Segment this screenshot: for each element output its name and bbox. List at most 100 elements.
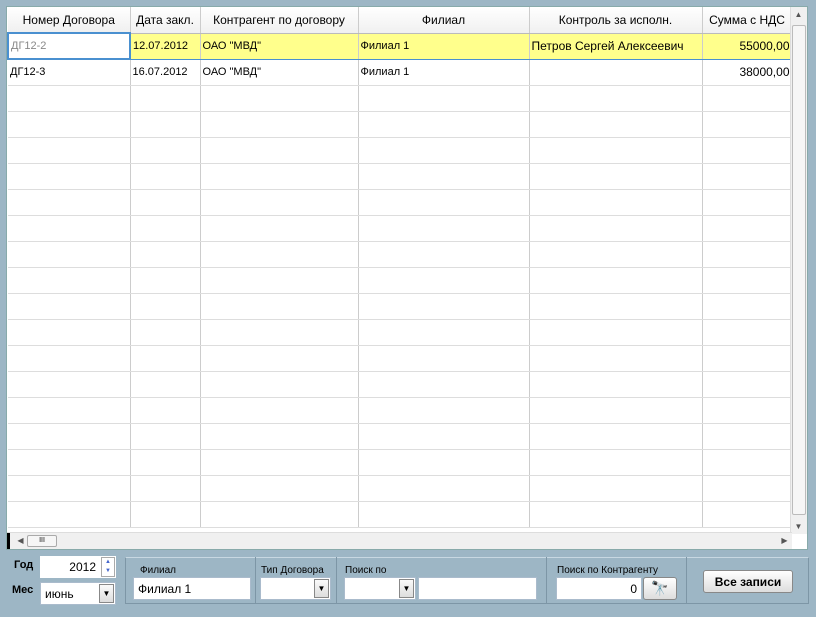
table-cell[interactable]: Филиал 1 xyxy=(358,32,530,60)
table-cell[interactable] xyxy=(529,501,703,528)
table-cell[interactable] xyxy=(200,137,359,164)
table-row[interactable] xyxy=(8,163,793,190)
all-records-button[interactable]: Все записи xyxy=(703,570,793,593)
table-cell[interactable] xyxy=(529,137,703,164)
table-cell[interactable] xyxy=(200,189,359,216)
table-cell[interactable] xyxy=(358,241,530,268)
table-cell[interactable] xyxy=(8,241,131,268)
table-cell[interactable] xyxy=(529,397,703,424)
table-cell[interactable] xyxy=(358,189,530,216)
table-cell[interactable] xyxy=(529,293,703,320)
table-cell[interactable] xyxy=(200,215,359,242)
table-cell[interactable] xyxy=(702,215,793,242)
table-cell[interactable] xyxy=(200,345,359,372)
table-cell[interactable] xyxy=(702,475,793,502)
horizontal-scrollbar[interactable]: ◀ III ▶ xyxy=(7,532,792,549)
table-cell[interactable] xyxy=(200,449,359,476)
table-cell[interactable] xyxy=(200,371,359,398)
chevron-down-icon[interactable]: ▼ xyxy=(399,579,414,598)
column-header[interactable]: Дата закл. xyxy=(130,7,201,34)
table-cell[interactable] xyxy=(8,475,131,502)
branch-field[interactable]: Филиал 1 xyxy=(133,577,251,600)
table-cell[interactable] xyxy=(529,449,703,476)
table-cell[interactable] xyxy=(200,423,359,450)
table-cell[interactable] xyxy=(130,423,201,450)
table-cell[interactable] xyxy=(130,345,201,372)
table-cell[interactable] xyxy=(529,267,703,294)
table-row[interactable] xyxy=(8,345,793,372)
table-cell[interactable] xyxy=(358,501,530,528)
table-cell[interactable] xyxy=(8,501,131,528)
table-cell[interactable] xyxy=(8,189,131,216)
table-cell[interactable] xyxy=(200,501,359,528)
table-row[interactable] xyxy=(8,241,793,268)
table-cell[interactable] xyxy=(358,137,530,164)
table-cell[interactable]: 12.07.2012 xyxy=(130,32,201,60)
table-cell[interactable] xyxy=(358,397,530,424)
table-cell[interactable] xyxy=(130,501,201,528)
table-cell[interactable]: Петров Сергей Алексеевич xyxy=(529,32,703,60)
table-cell[interactable] xyxy=(702,449,793,476)
table-cell[interactable] xyxy=(8,319,131,346)
table-cell[interactable] xyxy=(529,215,703,242)
table-row[interactable]: ДГ12-3 16.07.2012 ОАО "МВД" Филиал 1 38000,0… xyxy=(8,59,793,86)
table-cell[interactable] xyxy=(8,371,131,398)
table-cell[interactable] xyxy=(529,475,703,502)
table-cell[interactable] xyxy=(130,137,201,164)
table-cell[interactable] xyxy=(358,475,530,502)
table-row[interactable] xyxy=(8,397,793,424)
table-row[interactable] xyxy=(8,189,793,216)
binoculars-search-button[interactable]: 🔭 xyxy=(643,577,677,600)
table-cell[interactable] xyxy=(130,85,201,112)
table-cell[interactable] xyxy=(130,371,201,398)
table-cell[interactable] xyxy=(8,267,131,294)
column-header[interactable]: Номер Договора xyxy=(8,7,131,34)
table-cell[interactable] xyxy=(130,397,201,424)
table-cell[interactable]: ДГ12-3 xyxy=(8,59,131,86)
vertical-scrollbar[interactable]: ▲ ▼ xyxy=(790,7,807,534)
table-cell[interactable]: ДГ12-2 xyxy=(7,32,131,60)
table-cell[interactable] xyxy=(529,345,703,372)
table-row[interactable] xyxy=(8,319,793,346)
table-cell[interactable] xyxy=(358,423,530,450)
table-cell[interactable] xyxy=(529,163,703,190)
column-header[interactable]: Контрагент по договору xyxy=(200,7,359,34)
table-cell[interactable] xyxy=(358,345,530,372)
table-cell[interactable] xyxy=(130,449,201,476)
table-cell[interactable] xyxy=(8,345,131,372)
table-cell[interactable] xyxy=(130,293,201,320)
chevron-down-icon[interactable]: ▼ xyxy=(99,584,114,603)
scroll-down-icon[interactable]: ▼ xyxy=(791,522,806,531)
table-cell[interactable] xyxy=(200,293,359,320)
table-cell[interactable] xyxy=(200,319,359,346)
table-cell[interactable] xyxy=(200,85,359,112)
table-row[interactable] xyxy=(8,501,793,528)
table-cell[interactable] xyxy=(8,163,131,190)
table-cell[interactable] xyxy=(358,215,530,242)
table-cell[interactable]: 38000,00 xyxy=(702,59,793,86)
column-header[interactable]: Филиал xyxy=(358,7,530,34)
table-cell[interactable] xyxy=(702,241,793,268)
table-row[interactable] xyxy=(8,111,793,138)
search-input[interactable] xyxy=(418,577,537,600)
table-cell[interactable] xyxy=(8,111,131,138)
table-cell[interactable] xyxy=(358,293,530,320)
table-cell[interactable] xyxy=(529,319,703,346)
contracts-grid[interactable]: Номер Договора Дата закл. Контрагент по до… xyxy=(6,6,808,550)
table-cell[interactable]: ОАО "МВД" xyxy=(200,59,359,86)
table-cell[interactable] xyxy=(130,163,201,190)
table-row[interactable] xyxy=(8,423,793,450)
table-cell[interactable] xyxy=(702,319,793,346)
table-row[interactable] xyxy=(8,371,793,398)
table-cell[interactable] xyxy=(702,345,793,372)
year-spinner[interactable]: 2012 ▲ ▼ xyxy=(40,556,116,578)
table-cell[interactable] xyxy=(8,137,131,164)
spinner-arrows-icon[interactable]: ▲ ▼ xyxy=(101,557,115,577)
table-cell[interactable] xyxy=(130,241,201,268)
table-cell[interactable] xyxy=(130,267,201,294)
table-cell[interactable] xyxy=(200,111,359,138)
table-row[interactable] xyxy=(8,215,793,242)
table-cell[interactable]: ОАО "МВД" xyxy=(200,32,359,60)
table-cell[interactable] xyxy=(130,111,201,138)
table-cell[interactable] xyxy=(130,475,201,502)
